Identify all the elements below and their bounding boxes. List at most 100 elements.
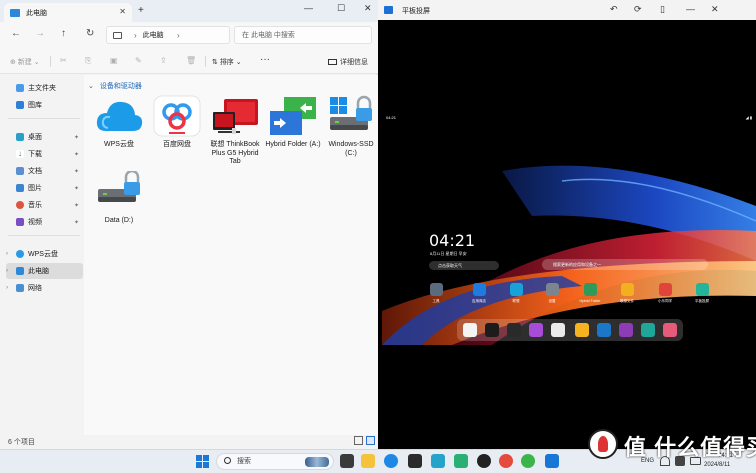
sidebar-item-desktop[interactable]: 桌面 ✦ — [6, 129, 83, 145]
market-icon[interactable] — [641, 323, 655, 337]
notes-icon[interactable] — [575, 323, 589, 337]
tablet-projection-icon[interactable] — [454, 454, 468, 468]
audio-icon[interactable] — [507, 323, 521, 337]
large-icons-view-icon[interactable] — [366, 436, 375, 445]
tab-close-icon[interactable]: ✕ — [119, 7, 126, 16]
status-bar: 6 个项目 — [0, 435, 378, 449]
sidebar-item-pictures[interactable]: 图片 ✦ — [6, 180, 83, 196]
gallery-icon[interactable] — [529, 323, 543, 337]
paste-icon[interactable]: ▣ — [110, 56, 118, 65]
tablet-app-tools[interactable]: 工具 — [421, 283, 451, 304]
task-view-icon[interactable] — [340, 454, 354, 468]
calendar-icon[interactable] — [463, 323, 477, 337]
divider — [205, 56, 206, 67]
start-button[interactable] — [196, 455, 209, 468]
remote-app-icon[interactable] — [545, 454, 559, 468]
pin-icon[interactable]: ✦ — [74, 151, 79, 158]
sidebar-item-wps-cloud[interactable]: › WPS云盘 — [6, 246, 83, 262]
chevron-right-icon[interactable]: › — [6, 285, 14, 291]
sidebar-item-gallery[interactable]: 图库 — [6, 97, 83, 113]
tablet-app-store[interactable]: 应用商店 — [464, 283, 494, 304]
wechat-icon[interactable] — [521, 454, 535, 468]
tablet-app-lenovo[interactable]: 联想 — [501, 283, 531, 304]
file-explorer-icon[interactable] — [361, 454, 375, 468]
camera-icon[interactable] — [551, 323, 565, 337]
back-icon[interactable]: ↶ — [610, 4, 618, 15]
tablet-device-icon — [210, 95, 260, 137]
share-icon[interactable]: ⇪ — [160, 56, 167, 65]
breadcrumb-chevron-icon[interactable]: › — [177, 31, 180, 40]
baidu-netdisk-icon — [152, 95, 202, 137]
weather-chip[interactable]: 点击获取天气 — [429, 261, 499, 270]
sidebar-item-music[interactable]: 音乐 ✦ — [6, 197, 83, 213]
sidebar-item-home[interactable]: 主文件夹 — [6, 80, 83, 96]
clock-icon[interactable] — [485, 323, 499, 337]
item-baidu-netdisk[interactable]: 百度网盘 — [148, 95, 206, 150]
sidebar-item-videos[interactable]: 视频 ✦ — [6, 214, 83, 230]
sidebar-item-network[interactable]: › 网络 — [6, 280, 83, 296]
details-view-icon[interactable] — [354, 436, 363, 445]
music-icon — [16, 201, 24, 209]
tablet-title-bar: 平板投屏 ↶ ⟳ ▯ — ✕ — [378, 0, 756, 20]
tablet-status-time: 04:21 — [386, 115, 397, 120]
pin-icon[interactable]: ✦ — [74, 219, 79, 226]
tablet-app-files[interactable]: 联想文件 — [612, 283, 642, 304]
sidebar-item-downloads[interactable]: ↓ 下载 ✦ — [6, 146, 83, 162]
minimize-button[interactable]: — — [686, 4, 695, 14]
item-wps-cloud[interactable]: WPS云盘 — [90, 95, 148, 150]
minimize-button[interactable]: — — [304, 3, 313, 13]
delete-icon[interactable]: 🗑 — [186, 56, 196, 65]
up-button[interactable]: ↑ — [61, 28, 66, 39]
more-apps-icon[interactable] — [663, 323, 677, 337]
item-hybrid-folder[interactable]: Hybrid Folder (A:) — [264, 95, 322, 150]
phone-mode-icon[interactable]: ▯ — [660, 4, 665, 15]
rename-icon[interactable]: ✎ — [135, 56, 142, 65]
tablet-screen[interactable]: 04:21 ◢ ▮ 04:21 8月11日 星期日 早安 点击获取天气 搜索更新… — [382, 111, 756, 345]
close-button[interactable]: ✕ — [711, 4, 719, 15]
sort-button[interactable]: ⇅ 排序 ⌄ — [212, 57, 242, 67]
tablet-search-bar[interactable]: 搜索更新的应用和设备之一 — [542, 259, 708, 270]
back-button[interactable]: ← — [11, 28, 21, 39]
sidebar-item-label: 桌面 — [28, 134, 42, 141]
new-tab-button[interactable]: + — [138, 5, 144, 16]
mirror-icon[interactable] — [619, 323, 633, 337]
pin-icon[interactable]: ✦ — [74, 185, 79, 192]
chevron-right-icon[interactable]: › — [6, 268, 14, 274]
breadcrumb-this-pc[interactable]: 此电脑 — [143, 30, 164, 40]
more-options-button[interactable]: ··· — [260, 54, 270, 65]
hybrid-app-icon[interactable] — [431, 454, 445, 468]
chevron-right-icon[interactable]: › — [6, 251, 14, 257]
copy-icon[interactable]: ⎘ — [85, 56, 91, 66]
close-button[interactable]: ✕ — [364, 3, 372, 14]
pin-icon[interactable]: ✦ — [74, 134, 79, 141]
pin-icon[interactable]: ✦ — [74, 202, 79, 209]
address-bar[interactable]: › 此电脑 › — [106, 26, 230, 44]
item-thinkbook-tablet[interactable]: 联想 ThinkBook Plus G5 Hybrid Tab — [206, 95, 264, 167]
windows-logo-icon — [196, 462, 202, 468]
cut-icon[interactable]: ✂ — [60, 56, 67, 65]
item-data-drive[interactable]: Data (D:) — [90, 169, 148, 226]
tablet-app-projection[interactable]: 平板投屏 — [687, 283, 717, 304]
sidebar-item-documents[interactable]: 文档 ✦ — [6, 163, 83, 179]
tablet-app-hybrid-folder[interactable]: Hybrid Folder — [575, 283, 605, 303]
group-header-devices[interactable]: ⌄ 设备和驱动器 — [88, 81, 142, 91]
item-windows-ssd[interactable]: Windows-SSD (C:) — [322, 95, 380, 158]
tab-this-pc[interactable]: 此电脑 ✕ — [4, 3, 132, 22]
tablet-app-assistant[interactable]: 小乐同学 — [650, 283, 680, 304]
tablet-app-settings[interactable]: 设置 — [537, 283, 567, 304]
new-button[interactable]: ⊕ 新建 ⌄ — [10, 57, 40, 67]
sidebar-item-this-pc[interactable]: › 此电脑 — [6, 263, 83, 279]
pin-icon[interactable]: ✦ — [74, 168, 79, 175]
maximize-button[interactable]: ☐ — [337, 3, 345, 14]
search-input[interactable]: 在 此电脑 中搜索 — [234, 26, 372, 44]
assistant-icon[interactable] — [477, 454, 491, 468]
rotate-icon[interactable]: ⟳ — [634, 4, 642, 15]
chrome-icon[interactable] — [499, 454, 513, 468]
taskbar-search[interactable]: 搜索 — [216, 453, 334, 470]
forward-button[interactable]: → — [35, 28, 45, 39]
hybrid-icon[interactable] — [597, 323, 611, 337]
store-icon[interactable] — [408, 454, 422, 468]
refresh-button[interactable]: ↻ — [86, 28, 94, 39]
details-pane-button[interactable]: 详细信息 — [328, 57, 368, 67]
edge-icon[interactable] — [384, 454, 398, 468]
